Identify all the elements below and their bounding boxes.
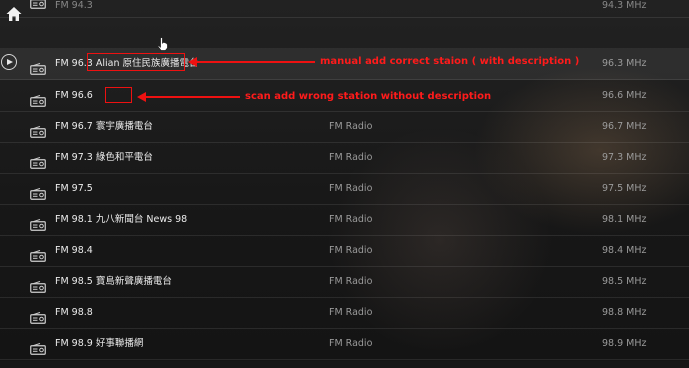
- station-type: FM Radio: [329, 245, 373, 256]
- station-frequency: 98.4 MHz: [602, 245, 647, 256]
- station-frequency: 98.9 MHz: [602, 338, 647, 349]
- radio-icon: [30, 0, 46, 9]
- station-name: FM 98.9 好事聯播網: [55, 338, 144, 349]
- station-type: FM Radio: [329, 152, 373, 163]
- station-frequency: 96.7 MHz: [602, 121, 647, 132]
- radio-icon: [30, 57, 46, 75]
- station-row[interactable]: FM 96.7 寰宇廣播電台 FM Radio 96.7 MHz: [0, 111, 689, 143]
- highlight-box-scan: [105, 87, 132, 103]
- arrow-head-manual: [188, 57, 197, 67]
- station-name: FM 97.5: [55, 183, 93, 194]
- radio-icon: [30, 244, 46, 262]
- hand-cursor-icon: [157, 36, 169, 51]
- station-row[interactable]: FM 98.8 FM Radio 98.8 MHz: [0, 297, 689, 329]
- station-frequency: 96.3 MHz: [602, 58, 647, 69]
- radio-icon: [30, 89, 46, 107]
- station-frequency: 94.3 MHz: [602, 0, 647, 11]
- station-row[interactable]: FM 98.1 九八新聞台 News 98 FM Radio 98.1 MHz: [0, 204, 689, 236]
- arrow-line-scan: [146, 96, 240, 98]
- station-frequency: 97.5 MHz: [602, 183, 647, 194]
- station-row[interactable]: FM 94.3 94.3 MHz: [0, 0, 689, 18]
- station-name: FM 96.7 寰宇廣播電台: [55, 121, 153, 132]
- station-row[interactable]: FM 98.5 寶島新聲廣播電台 FM Radio 98.5 MHz: [0, 266, 689, 298]
- home-icon[interactable]: [6, 6, 22, 22]
- station-type: FM Radio: [329, 214, 373, 225]
- station-row[interactable]: FM 97.3 綠色和平電台 FM Radio 97.3 MHz: [0, 142, 689, 174]
- station-frequency: 98.1 MHz: [602, 214, 647, 225]
- station-row[interactable]: FM 98.4 FM Radio 98.4 MHz: [0, 235, 689, 267]
- arrow-head-scan: [137, 92, 146, 102]
- station-name: FM 97.3 綠色和平電台: [55, 152, 153, 163]
- station-type: FM Radio: [329, 338, 373, 349]
- radio-icon: [30, 337, 46, 355]
- play-icon[interactable]: [1, 54, 17, 70]
- station-frequency: 96.6 MHz: [602, 90, 647, 101]
- highlight-box-manual: [87, 53, 185, 71]
- station-name: FM 98.4: [55, 245, 93, 256]
- radio-icon: [30, 306, 46, 324]
- station-name: FM 98.5 寶島新聲廣播電台: [55, 276, 172, 287]
- station-type: FM Radio: [329, 307, 373, 318]
- station-type: FM Radio: [329, 183, 373, 194]
- radio-icon: [30, 120, 46, 138]
- radio-icon: [30, 275, 46, 293]
- station-type: FM Radio: [329, 276, 373, 287]
- station-frequency: 97.3 MHz: [602, 152, 647, 163]
- station-row[interactable]: FM 98.9 好事聯播網 FM Radio 98.9 MHz: [0, 328, 689, 360]
- station-name: FM 98.8: [55, 307, 93, 318]
- arrow-line-manual: [197, 61, 315, 63]
- station-name: FM 98.1 九八新聞台 News 98: [55, 214, 188, 225]
- station-name: FM 96.6: [55, 90, 93, 101]
- station-row[interactable]: FM 97.5 FM Radio 97.5 MHz: [0, 173, 689, 205]
- station-frequency: 98.8 MHz: [602, 307, 647, 318]
- annotation-scan: scan add wrong station without descripti…: [245, 91, 492, 102]
- radio-icon: [30, 151, 46, 169]
- station-frequency: 98.5 MHz: [602, 276, 647, 287]
- radio-icon: [30, 213, 46, 231]
- annotation-manual: manual add correct staion ( with descrip…: [320, 56, 580, 67]
- station-name: FM 94.3: [55, 0, 93, 11]
- station-type: FM Radio: [329, 121, 373, 132]
- radio-icon: [30, 182, 46, 200]
